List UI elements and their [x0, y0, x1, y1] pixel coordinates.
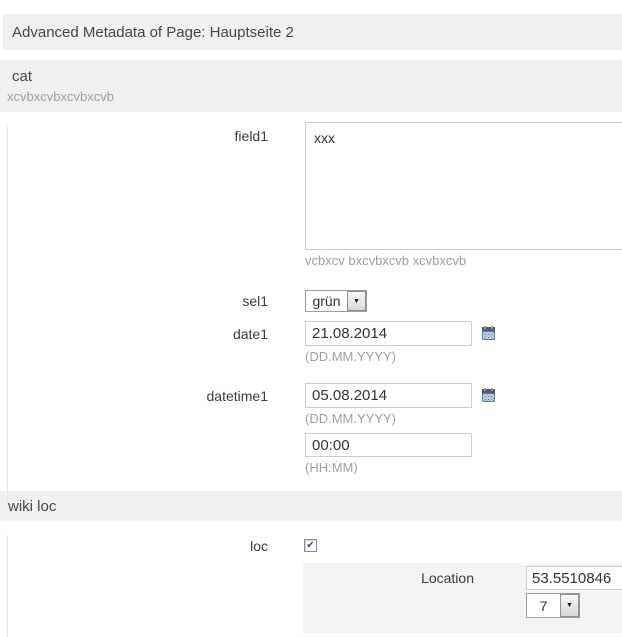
zoom-row: 7 ▼: [526, 593, 622, 618]
calendar-icon-grid: [483, 394, 494, 401]
field1-label: field1: [0, 122, 268, 269]
location-label: Location: [303, 570, 526, 586]
page-title: Advanced Metadata of Page: Hauptseite 2: [12, 24, 294, 41]
section-wikiloc-header: wiki loc: [0, 491, 622, 521]
location-input[interactable]: [526, 566, 622, 590]
zoom-select[interactable]: 7 ▼: [526, 593, 580, 618]
calendar-icon-pin: [484, 388, 486, 391]
calendar-icon[interactable]: [482, 389, 495, 402]
check-icon: ✔: [306, 541, 314, 551]
loc-label: loc: [0, 538, 268, 554]
zoom-selected-value: 7: [527, 596, 560, 616]
date1-input[interactable]: [305, 321, 472, 346]
datetime1-row: datetime1 (DD.MM.YYYY) (HH:MM): [0, 383, 622, 476]
sel1-row: sel1 grün ▼: [0, 290, 622, 312]
section-cat-description: xcvbxcvbxcvbxcvb: [0, 89, 622, 105]
datetime1-date-input[interactable]: [305, 383, 472, 408]
field1-textarea[interactable]: xxx: [305, 122, 622, 250]
datetime1-label: datetime1: [0, 383, 268, 404]
date1-label: date1: [0, 321, 268, 342]
chevron-down-icon[interactable]: ▼: [560, 594, 579, 617]
chevron-down-icon[interactable]: ▼: [347, 291, 366, 311]
datetime1-time-input[interactable]: [305, 433, 472, 457]
loc-row: loc ✔: [0, 538, 622, 554]
page-header: Advanced Metadata of Page: Hauptseite 2: [3, 14, 622, 50]
sel1-label: sel1: [0, 293, 268, 309]
content-left-border: [7, 535, 8, 637]
date1-row: date1 (DD.MM.YYYY): [0, 321, 622, 365]
field1-help: vcbxcv bxcvbxcvb xcvbxcvb: [305, 253, 622, 269]
section-wikiloc-title: wiki loc: [8, 498, 56, 515]
field1-row: field1 xxx vcbxcv bxcvbxcvb xcvbxcvb: [0, 122, 622, 269]
content-left-border: [7, 126, 8, 505]
calendar-icon-pin: [491, 326, 493, 329]
location-row: Location: [303, 566, 622, 590]
section-cat-title: cat: [0, 67, 622, 87]
calendar-icon-pin: [484, 326, 486, 329]
section-cat-body: field1 xxx vcbxcv bxcvbxcvb xcvbxcvb sel…: [0, 112, 622, 491]
date1-help: (DD.MM.YYYY): [305, 349, 495, 365]
sel1-selected-value: grün: [306, 291, 347, 311]
datetime1-time-help: (HH:MM): [305, 460, 495, 476]
calendar-icon[interactable]: [482, 327, 495, 340]
loc-checkbox[interactable]: ✔: [304, 539, 317, 552]
calendar-icon-grid: [483, 332, 494, 339]
calendar-icon-pin: [491, 388, 493, 391]
datetime1-date-help: (DD.MM.YYYY): [305, 411, 495, 427]
sel1-select[interactable]: grün ▼: [305, 290, 367, 312]
section-wikiloc-body: loc ✔ Location 7 ▼: [0, 521, 622, 633]
section-cat-header: cat xcvbxcvbxcvbxcvb: [0, 60, 622, 112]
